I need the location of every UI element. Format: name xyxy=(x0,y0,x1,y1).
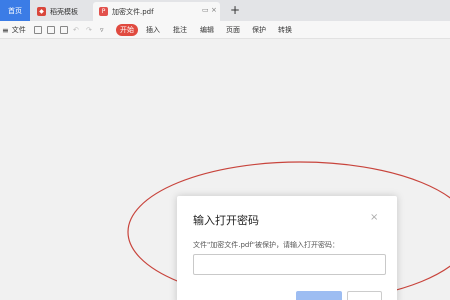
confirm-button[interactable] xyxy=(296,291,342,300)
password-input[interactable] xyxy=(193,254,386,275)
dialog-message: 文件"加密文件.pdf"被保护，请输入打开密码： xyxy=(193,241,340,249)
cancel-button[interactable] xyxy=(347,291,382,300)
dialog-close-icon[interactable]: × xyxy=(370,212,378,223)
dialog-title: 输入打开密码 xyxy=(193,214,259,227)
password-dialog: 输入打开密码 × 文件"加密文件.pdf"被保护，请输入打开密码： xyxy=(177,196,397,300)
